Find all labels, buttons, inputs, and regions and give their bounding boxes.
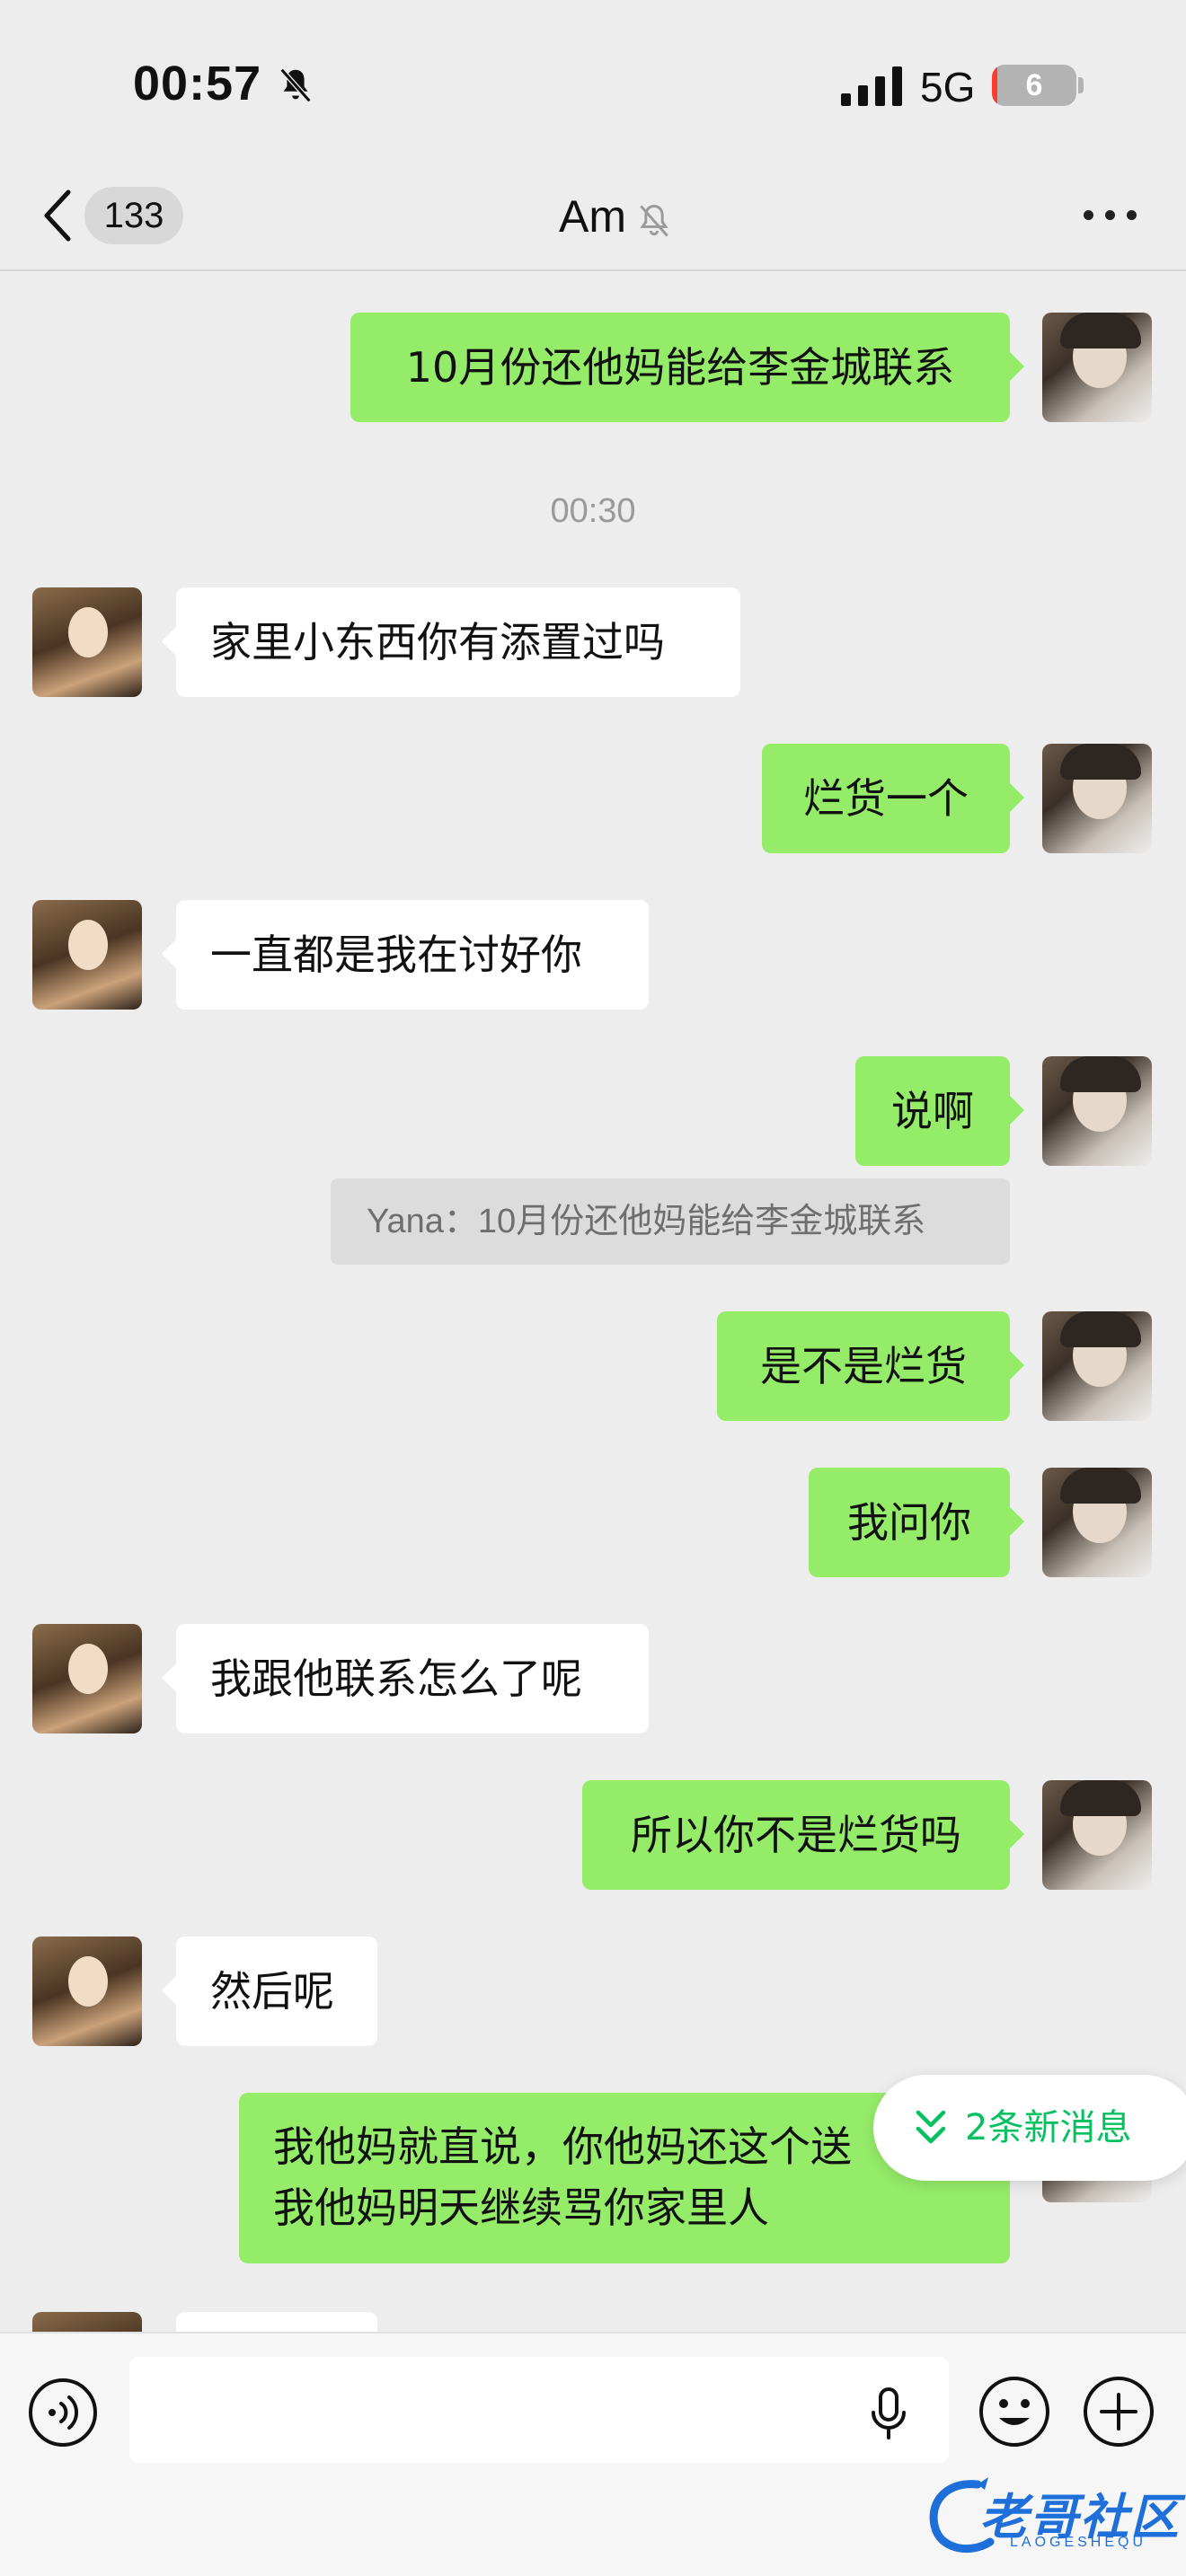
message-text-line: 我他妈就直说，你他妈还这个送 (273, 2122, 852, 2171)
my-avatar[interactable] (1042, 1468, 1152, 1577)
message-timestamp: 00:30 (550, 492, 636, 530)
chevron-down-double-icon (916, 2110, 946, 2144)
contact-avatar[interactable] (32, 587, 142, 697)
contact-avatar[interactable] (32, 900, 142, 1010)
message-text-line: 我他妈明天继续骂你家里人 (273, 2183, 769, 2232)
network-type: 5G (920, 64, 976, 110)
more-button[interactable] (1075, 189, 1146, 243)
message-bubble-mine[interactable]: 我问你 (809, 1468, 1024, 1577)
message-text: 烂货一个 (803, 774, 969, 823)
chat-screen: 00:57 5G 6 133 Am 10月份还他妈能给李金城联系 00:30 家… (0, 0, 1186, 2576)
mute-bell-icon (640, 205, 668, 237)
plus-icon[interactable] (1082, 2375, 1155, 2448)
watermark-logo: 老哥社区 LAOGESHEQU (924, 2468, 1184, 2567)
more-icon (1127, 210, 1137, 220)
message-bubble-mine[interactable]: 是不是烂货 (717, 1311, 1024, 1421)
message-text: 然后呢 (210, 1967, 334, 2016)
message-bubble-theirs[interactable]: 我跟他联系怎么了呢 (162, 1624, 649, 1734)
battery-indicator: 6 (992, 65, 1076, 106)
message-text: 所以你不是烂货吗 (631, 1811, 961, 1859)
back-button[interactable]: 133 (32, 180, 194, 251)
message-bubble-mine[interactable]: 所以你不是烂货吗 (582, 1780, 1024, 1890)
unread-count-badge: 133 (84, 187, 183, 244)
contact-avatar[interactable] (32, 1624, 142, 1734)
message-bubble-mine[interactable]: 说啊 (855, 1056, 1024, 1166)
contact-avatar[interactable] (32, 1936, 142, 2046)
message-bubble-theirs[interactable]: 然后呢 (162, 1936, 377, 2046)
chat-title: Am (559, 191, 626, 242)
more-icon (1105, 210, 1115, 220)
message-bubble-mine[interactable]: 10月份还他妈能给李金城联系 (350, 313, 1024, 422)
message-input[interactable] (129, 2357, 949, 2463)
status-time: 00:57 (133, 57, 262, 110)
my-avatar[interactable] (1042, 313, 1152, 422)
mute-bell-icon (279, 67, 312, 103)
message-text: 一直都是我在讨好你 (210, 931, 582, 979)
my-avatar[interactable] (1042, 1780, 1152, 1890)
my-avatar[interactable] (1042, 1056, 1152, 1166)
my-avatar[interactable] (1042, 744, 1152, 853)
microphone-icon[interactable] (866, 2386, 911, 2441)
back-icon (44, 190, 71, 242)
new-messages-label: 2条新消息 (965, 2107, 1132, 2148)
message-bubble-theirs[interactable]: 家里小东西你有添置过吗 (162, 587, 740, 697)
message-text: 我跟他联系怎么了呢 (210, 1654, 582, 1703)
emoji-icon[interactable] (978, 2375, 1051, 2448)
message-text: 是不是烂货 (760, 1342, 967, 1390)
message-text: 说啊 (891, 1087, 974, 1135)
voice-icon[interactable] (27, 2377, 99, 2448)
message-text: 我问你 (847, 1498, 971, 1547)
message-text: 家里小东西你有添置过吗 (210, 618, 665, 666)
watermark-subtext: LAOGESHEQU (1010, 2535, 1147, 2550)
my-avatar[interactable] (1042, 1311, 1152, 1421)
signal-icon (841, 66, 902, 106)
message-text: 10月份还他妈能给李金城联系 (405, 343, 955, 392)
message-bubble-mine[interactable]: 烂货一个 (762, 744, 1024, 853)
battery-tip (1078, 77, 1084, 93)
nav-bar: 133 Am (0, 162, 1186, 271)
chat-title-area[interactable]: Am (503, 183, 701, 251)
quoted-message[interactable]: Yana：10月份还他妈能给李金城联系 (331, 1178, 1010, 1265)
more-icon (1084, 210, 1093, 220)
new-messages-button[interactable]: 2条新消息 (873, 2075, 1186, 2181)
message-bubble-theirs[interactable]: 一直都是我在讨好你 (162, 900, 649, 1010)
battery-percent: 6 (1025, 68, 1043, 102)
status-bar: 00:57 5G 6 (0, 0, 1186, 162)
